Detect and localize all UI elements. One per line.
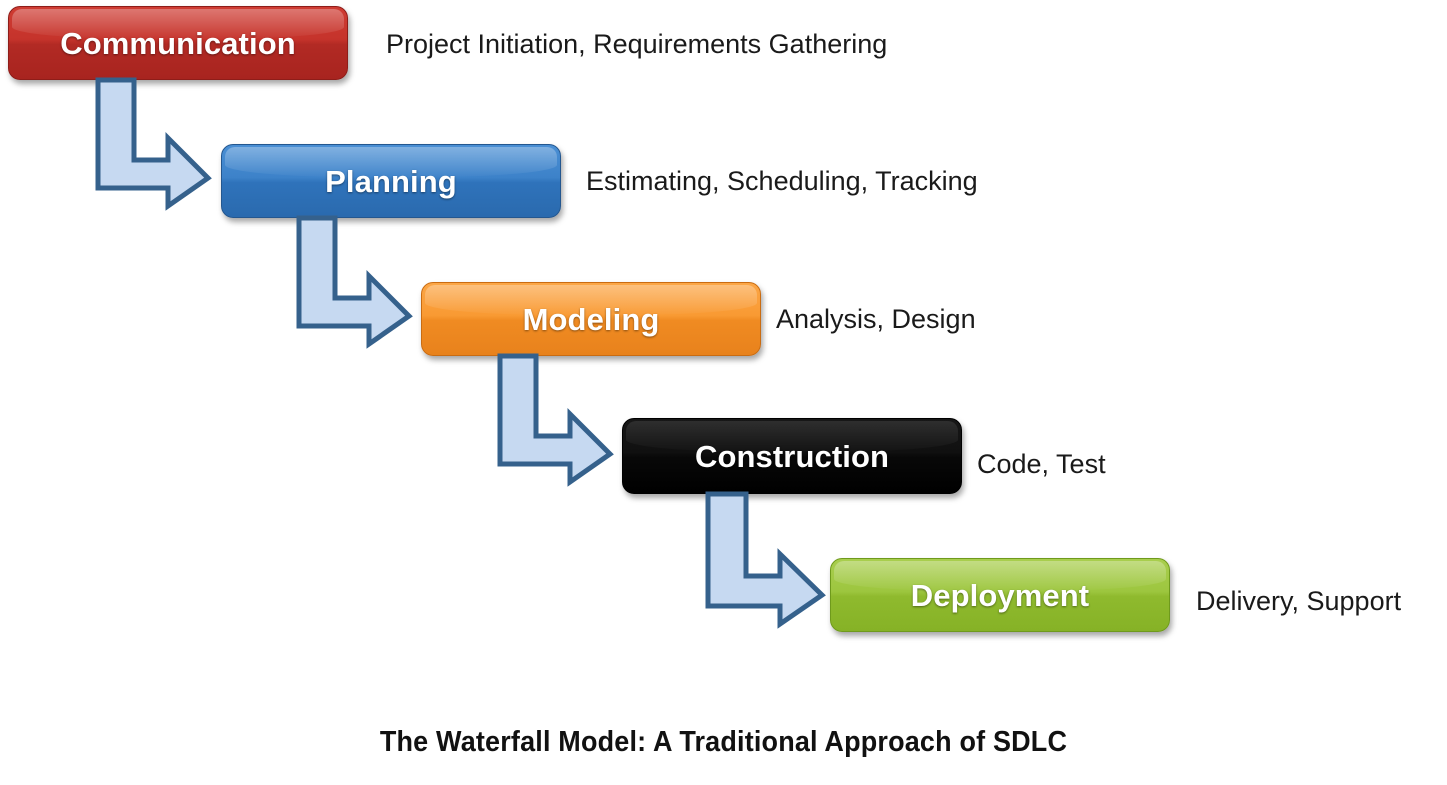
connector-communication-to-planning-icon [95,77,212,211]
diagram-caption: The Waterfall Model: A Traditional Appro… [379,726,1068,758]
phase-annotation-construction: Code, Test [977,449,1106,479]
phase-box-modeling[interactable]: Modeling [421,282,761,356]
phase-box-construction[interactable]: Construction [622,418,962,494]
connector-planning-to-modeling-icon [296,215,413,349]
phase-label-planning: Planning [325,163,457,199]
phase-annotation-communication: Project Initiation, Requirements Gatheri… [386,29,888,59]
connector-construction-to-deployment-icon [705,491,826,629]
phase-label-communication: Communication [60,25,296,61]
phase-annotation-modeling: Analysis, Design [776,304,976,334]
phase-box-communication[interactable]: Communication [8,6,348,80]
phase-label-modeling: Modeling [522,301,660,337]
phase-annotation-deployment: Delivery, Support [1196,586,1402,616]
phase-box-deployment[interactable]: Deployment [830,558,1170,632]
connector-modeling-to-construction-icon [497,353,614,487]
phase-label-construction: Construction [694,438,890,474]
phase-annotation-planning: Estimating, Scheduling, Tracking [586,166,978,196]
waterfall-diagram-canvas: Communication Project Initiation, Requir… [0,0,1447,785]
phase-box-planning[interactable]: Planning [221,144,561,218]
phase-label-deployment: Deployment [910,577,1090,613]
